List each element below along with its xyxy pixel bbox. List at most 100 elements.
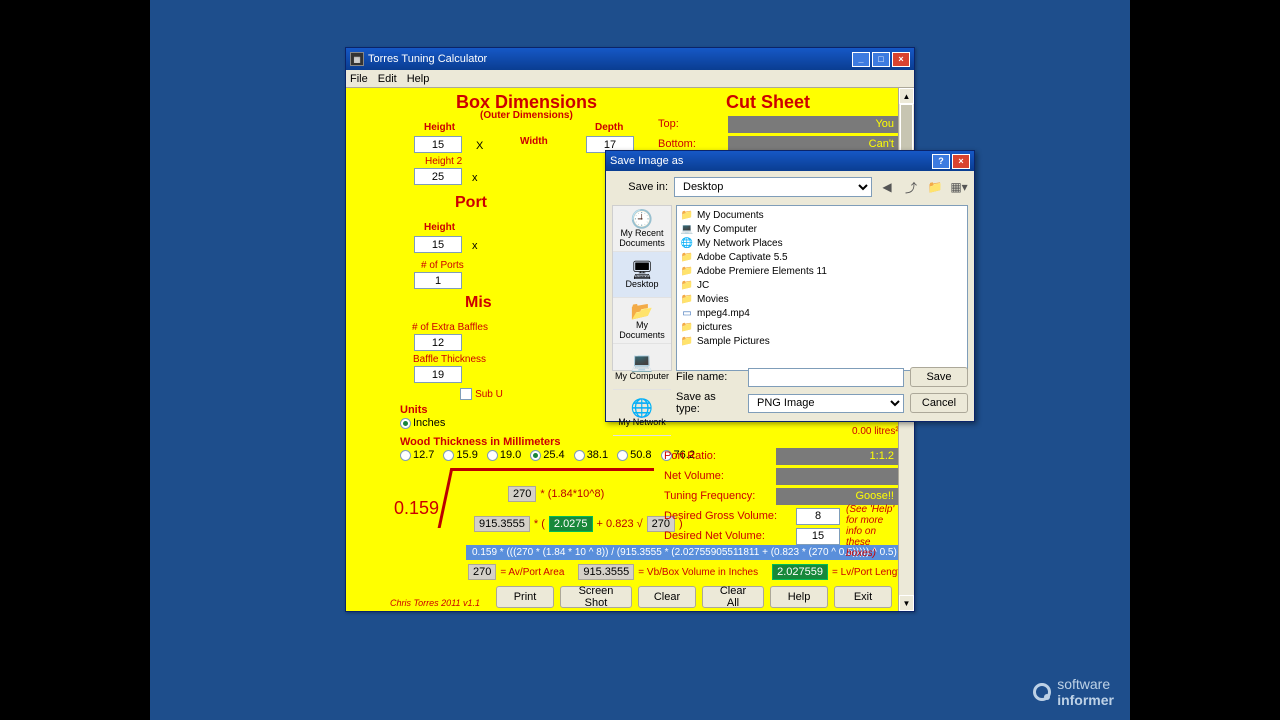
list-item[interactable]: 📁Sample Pictures (681, 334, 963, 348)
watermark: softwareinformer (1033, 676, 1114, 708)
desired-gross-input[interactable] (796, 508, 840, 525)
list-item[interactable]: 📁JC (681, 278, 963, 292)
misc-header: Mis (465, 294, 492, 312)
list-item[interactable]: 📁Movies (681, 292, 963, 306)
desired-net-input[interactable] (796, 528, 840, 545)
list-item[interactable]: 💻My Computer (681, 222, 963, 236)
savein-label: Save in: (612, 181, 668, 193)
print-button[interactable]: Print (496, 586, 554, 608)
nports-label: # of Ports (421, 260, 464, 271)
scroll-up-icon[interactable]: ▲ (899, 88, 914, 104)
filetype-select[interactable]: PNG Image (748, 394, 904, 413)
cut-hint: 0.00 litres² (852, 426, 899, 437)
help-hint: (See 'Help' for more info on these boxes… (846, 504, 900, 559)
back-icon[interactable]: ◀ (878, 178, 896, 196)
computer-icon: 💻 (681, 223, 693, 235)
button-row: Print Screen Shot Clear Clear All Help E… (496, 586, 892, 608)
file-list[interactable]: 📁My Documents 💻My Computer 🌐My Network P… (676, 205, 968, 371)
nports-input[interactable] (414, 272, 462, 289)
folder-icon: 📁 (681, 209, 693, 221)
cut-sheet-header: Cut Sheet (726, 92, 810, 113)
watermark-logo-icon (1033, 683, 1051, 701)
place-desktop[interactable]: 🖥Desktop (613, 252, 671, 298)
val-v1: 915.3555 (474, 516, 530, 532)
folder-icon: 📁 (681, 265, 693, 277)
app-icon: ▦ (350, 52, 364, 66)
height-input[interactable] (414, 136, 462, 153)
help-button[interactable]: Help (770, 586, 828, 608)
place-documents[interactable]: 📂My Documents (613, 298, 671, 344)
filename-input[interactable] (748, 368, 904, 387)
place-network[interactable]: 🌐My Network (613, 390, 671, 436)
save-titlebar[interactable]: Save Image as ? × (606, 151, 974, 171)
wood-opt-15-9[interactable]: 15.9 (443, 449, 477, 461)
cut-val-0: You (728, 116, 898, 133)
save-dialog: Save Image as ? × Save in: Desktop ◀ ⤴ 📁… (605, 150, 975, 422)
sub-label: Sub U (475, 389, 503, 400)
place-computer[interactable]: 💻My Computer (613, 344, 671, 390)
views-icon[interactable]: ▦▾ (950, 178, 968, 196)
sub-checkbox[interactable] (460, 388, 472, 400)
full-formula: 0.159 * (((270 * (1.84 * 10 ^ 8)) / (915… (466, 545, 903, 560)
clear-button[interactable]: Clear (638, 586, 696, 608)
wood-opt-12-7[interactable]: 12.7 (400, 449, 434, 461)
help-icon[interactable]: ? (932, 154, 950, 169)
res2: 915.3555 (578, 564, 634, 580)
list-item[interactable]: 🌐My Network Places (681, 236, 963, 250)
newfolder-icon[interactable]: 📁 (926, 178, 944, 196)
wood-opt-25-4[interactable]: 25.4 (530, 449, 564, 461)
units-label: Units (400, 404, 428, 416)
maximize-button[interactable]: □ (872, 52, 890, 67)
folder-icon: 📁 (681, 321, 693, 333)
extra-baffles-label: # of Extra Baffles (412, 322, 488, 333)
menu-file[interactable]: File (350, 73, 368, 85)
box-dimensions-sub: (Outer Dimensions) (480, 110, 573, 121)
wood-thickness-label: Wood Thickness in Millimeters (400, 436, 561, 448)
close-button[interactable]: × (892, 52, 910, 67)
height2-label: Height 2 (425, 156, 462, 167)
list-item[interactable]: 📁Adobe Captivate 5.5 (681, 250, 963, 264)
depth-label: Depth (595, 122, 623, 133)
list-item[interactable]: 📁Adobe Premiere Elements 11 (681, 264, 963, 278)
menu-help[interactable]: Help (407, 73, 430, 85)
wood-opt-19-0[interactable]: 19.0 (487, 449, 521, 461)
radical-bar (474, 468, 654, 471)
scroll-down-icon[interactable]: ▼ (899, 595, 914, 611)
wood-opt-38-1[interactable]: 38.1 (574, 449, 608, 461)
folder-icon: 📁 (681, 335, 693, 347)
up-icon[interactable]: ⤴ (902, 178, 920, 196)
savein-select[interactable]: Desktop (674, 177, 872, 197)
minimize-button[interactable]: _ (852, 52, 870, 67)
height2-input[interactable] (414, 168, 462, 185)
val-270a: 270 (508, 486, 536, 502)
port-height-input[interactable] (414, 236, 462, 253)
units-inches-radio[interactable]: Inches (400, 417, 445, 429)
menubar: File Edit Help (346, 70, 914, 88)
app-title: Torres Tuning Calculator (368, 53, 487, 65)
extra-baffles-input[interactable] (414, 334, 462, 351)
list-item[interactable]: ▭mpeg4.mp4 (681, 306, 963, 320)
filetype-label: Save as type: (676, 391, 742, 415)
app-titlebar[interactable]: ▦ Torres Tuning Calculator _ □ × (346, 48, 914, 70)
menu-edit[interactable]: Edit (378, 73, 397, 85)
place-recent[interactable]: 🕘My Recent Documents (613, 206, 671, 252)
baffle-thickness-input[interactable] (414, 366, 462, 383)
save-button[interactable]: Save (910, 367, 968, 387)
list-item[interactable]: 📁My Documents (681, 208, 963, 222)
screenshot-button[interactable]: Screen Shot (560, 586, 632, 608)
list-item[interactable]: 📁pictures (681, 320, 963, 334)
save-close-button[interactable]: × (952, 154, 970, 169)
res1: 270 (468, 564, 496, 580)
height-label: Height (424, 122, 455, 133)
folder-icon: 📁 (681, 251, 693, 263)
clearall-button[interactable]: Clear All (702, 586, 764, 608)
cancel-button[interactable]: Cancel (910, 393, 968, 413)
wood-thickness-group: 12.7 15.9 19.0 25.4 38.1 50.8 76.2 (400, 449, 695, 461)
exit-button[interactable]: Exit (834, 586, 892, 608)
credit-text: Chris Torres 2011 v1.1 (390, 598, 480, 608)
folder-icon: 📁 (681, 293, 693, 305)
exp-text: * (1.84*10^8) (540, 488, 604, 500)
wood-opt-50-8[interactable]: 50.8 (617, 449, 651, 461)
port-ratio-value: 1:1.2 (776, 448, 898, 465)
save-title: Save Image as (610, 155, 683, 167)
